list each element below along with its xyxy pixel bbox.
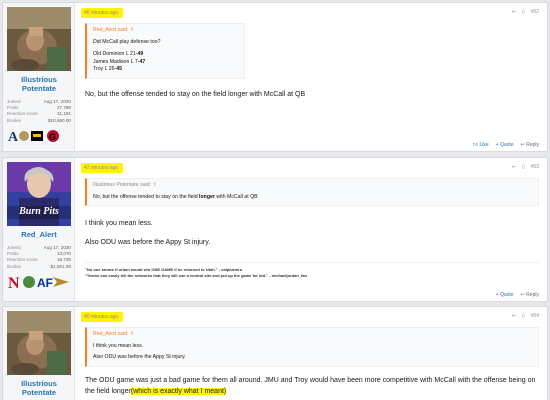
- reply-arrow-icon: ↩: [520, 292, 525, 298]
- team-logos: N AF: [7, 273, 71, 291]
- arrow-up-icon: ⇧: [129, 27, 135, 33]
- score-bold: 47: [139, 58, 146, 65]
- quote-author[interactable]: Red_Alert said: ⇧: [93, 27, 238, 35]
- quote-author-text: Illustrious Potentate said:: [93, 182, 151, 188]
- team-logos: A G: [7, 127, 71, 145]
- score-line: Troy L 26-45: [93, 66, 238, 74]
- post-number[interactable]: #54: [531, 313, 539, 319]
- quote-button[interactable]: + Quote: [496, 292, 514, 298]
- arrow-up-icon: ⇧: [129, 331, 135, 337]
- avatar-caption: Burn Pits: [19, 206, 59, 217]
- reply-arrow-icon: ↩: [520, 142, 525, 148]
- post-actions: 👍︎ Like + Quote ↩ Reply: [473, 142, 539, 148]
- score-list: Old Dominion L 21-49 James Madison L 7-4…: [93, 51, 238, 74]
- score-bold: 49: [137, 51, 144, 58]
- post-message: I think you mean less.: [85, 220, 153, 228]
- message-highlight: (which is exactly what I meant): [130, 387, 227, 395]
- quote-label: Quote: [499, 292, 514, 298]
- post-message: The ODU game was just a bad game for the…: [85, 375, 539, 397]
- share-icon[interactable]: ⤜: [512, 9, 516, 15]
- like-label: Like: [479, 142, 489, 148]
- signature-line: "Teams can easily tell the networks that…: [85, 273, 307, 279]
- arrow-up-icon: ⇧: [152, 182, 157, 188]
- post-body: 40 minutes ago ⤜ ▯ #54 Red_Alert said: ⇧…: [75, 307, 547, 400]
- quote-block: Red_Alert said: ⇧ Did McCall play defens…: [85, 23, 245, 79]
- team-logo-icon: A G: [8, 129, 59, 144]
- post-time[interactable]: 42 minutes ago: [81, 163, 124, 173]
- quote-line: No, but the offense tended to stay on th…: [93, 194, 532, 202]
- svg-text:N: N: [8, 275, 20, 291]
- avatar[interactable]: Burn Pits: [7, 162, 71, 226]
- post-body: 46 minutes ago ⤜ ▯ #52 Red_Alert said: ⇧…: [75, 3, 547, 151]
- quote-line: I think you mean less.: [93, 342, 144, 349]
- quote-label: Quote: [499, 142, 514, 148]
- bookmark-icon[interactable]: ▯: [522, 9, 525, 15]
- stat-label: Bookie: [7, 263, 22, 269]
- post-time[interactable]: 40 minutes ago: [81, 312, 124, 322]
- avatar[interactable]: [7, 311, 71, 375]
- quote-author[interactable]: Illustrious Potentate said: ⇧: [93, 182, 532, 190]
- username[interactable]: Red_Alert: [7, 230, 71, 239]
- score-text: Old Dominion L 21-: [93, 51, 138, 58]
- post-time[interactable]: 46 minutes ago: [81, 8, 124, 18]
- reply-label: Reply: [526, 142, 539, 148]
- bookie-value: $1,501.00: [50, 263, 71, 269]
- plus-icon: +: [495, 142, 499, 148]
- quote-line: Did McCall play defense too?: [93, 38, 161, 45]
- svg-text:A: A: [8, 130, 19, 144]
- score-line: Old Dominion L 21-49: [93, 51, 238, 59]
- avatar[interactable]: [7, 7, 71, 71]
- quote-text: with McCall at QB: [214, 193, 258, 200]
- signature: "No one knows if urban would win ONE GAM…: [85, 262, 539, 279]
- username[interactable]: Illustrious Potentate: [7, 379, 71, 397]
- like-button[interactable]: 👍︎ Like: [473, 142, 489, 148]
- quote-block: Red_Alert said: ⇧ I think you mean less.…: [85, 327, 539, 367]
- share-icon[interactable]: ⤜: [512, 164, 516, 170]
- reply-button[interactable]: ↩ Reply: [521, 292, 539, 298]
- score-bold: 45: [116, 66, 123, 73]
- post-body: 42 minutes ago ⤜ ▯ #53 Illustrious Poten…: [75, 158, 547, 301]
- score-text: Troy L 26-: [93, 66, 117, 73]
- user-stats: Joined Aug 17, 2020 Posts 13,070 Reaction …: [7, 245, 71, 270]
- user-stats: Joined Aug 17, 2020 Posts 27,788 Reaction …: [7, 99, 71, 124]
- user-panel: Burn Pits Red_Alert Joined Aug 17, 2020 P…: [3, 158, 75, 301]
- post-message: Also ODU was before the Appy St injury.: [85, 239, 211, 247]
- quote-bold: longer: [199, 193, 215, 200]
- thumbs-up-icon: 👍︎: [472, 142, 479, 148]
- post-message: No, but the offense tended to stay on th…: [85, 90, 306, 98]
- bookie-value: $10,650.00: [48, 117, 71, 123]
- post-53: Burn Pits Red_Alert Joined Aug 17, 2020 P…: [2, 157, 548, 302]
- quote-text: No, but the offense tended to stay on th…: [93, 193, 200, 200]
- team-logo-icon: N AF: [8, 275, 69, 291]
- user-panel: Illustrious Potentate: [3, 307, 75, 400]
- post-number[interactable]: #53: [531, 164, 539, 170]
- post-number[interactable]: #52: [531, 9, 539, 15]
- score-text: James Madison L 7-: [93, 58, 140, 65]
- post-52: Illustrious Potentate Joined Aug 17, 2020…: [2, 2, 548, 152]
- post-actions: + Quote ↩ Reply: [496, 292, 539, 298]
- quote-button[interactable]: + Quote: [496, 142, 514, 148]
- username[interactable]: Illustrious Potentate: [7, 75, 71, 93]
- bookmark-icon[interactable]: ▯: [522, 313, 525, 319]
- quote-author-text: Red_Alert said:: [93, 27, 129, 33]
- reply-label: Reply: [526, 292, 539, 298]
- stat-label: Bookie: [7, 117, 22, 123]
- bookmark-icon[interactable]: ▯: [522, 164, 525, 170]
- svg-text:G: G: [49, 132, 56, 142]
- quote-line: Also ODU was before the Appy St injury.: [93, 354, 186, 361]
- quote-block: Illustrious Potentate said: ⇧ No, but th…: [85, 178, 539, 207]
- user-panel: Illustrious Potentate Joined Aug 17, 2020…: [3, 3, 75, 151]
- quote-author-text: Red_Alert said:: [93, 331, 129, 337]
- plus-icon: +: [495, 292, 499, 298]
- share-icon[interactable]: ⤜: [512, 313, 516, 319]
- post-54: Illustrious Potentate 40 minutes ago ⤜ ▯…: [2, 306, 548, 400]
- quote-author[interactable]: Red_Alert said: ⇧: [93, 331, 532, 339]
- svg-text:AF: AF: [37, 276, 53, 290]
- score-line: James Madison L 7-47: [93, 59, 238, 67]
- reply-button[interactable]: ↩ Reply: [521, 142, 539, 148]
